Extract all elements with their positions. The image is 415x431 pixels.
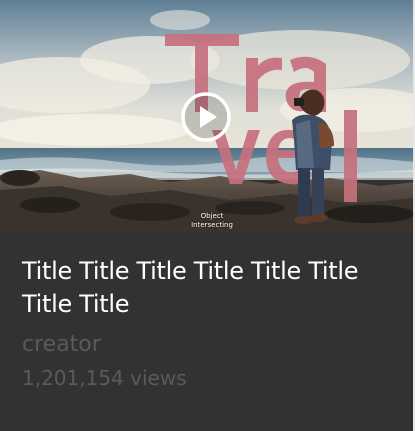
creator-name[interactable]: creator bbox=[22, 331, 101, 359]
thumbnail-caption: Object Intersecting bbox=[182, 212, 242, 230]
video-info: Title Title Title Title Title Title Titl… bbox=[0, 233, 415, 431]
caption-line-1: Object bbox=[200, 212, 224, 220]
video-title[interactable]: Title Title Title Title Title Title Titl… bbox=[22, 255, 402, 321]
video-card[interactable]: Object Intersecting Title Title Title Ti… bbox=[0, 0, 415, 431]
video-thumbnail[interactable]: Object Intersecting bbox=[0, 0, 415, 233]
view-count: 1,201,154 views bbox=[22, 366, 187, 390]
play-button[interactable] bbox=[180, 91, 232, 143]
caption-line-2: Intersecting bbox=[191, 221, 233, 229]
